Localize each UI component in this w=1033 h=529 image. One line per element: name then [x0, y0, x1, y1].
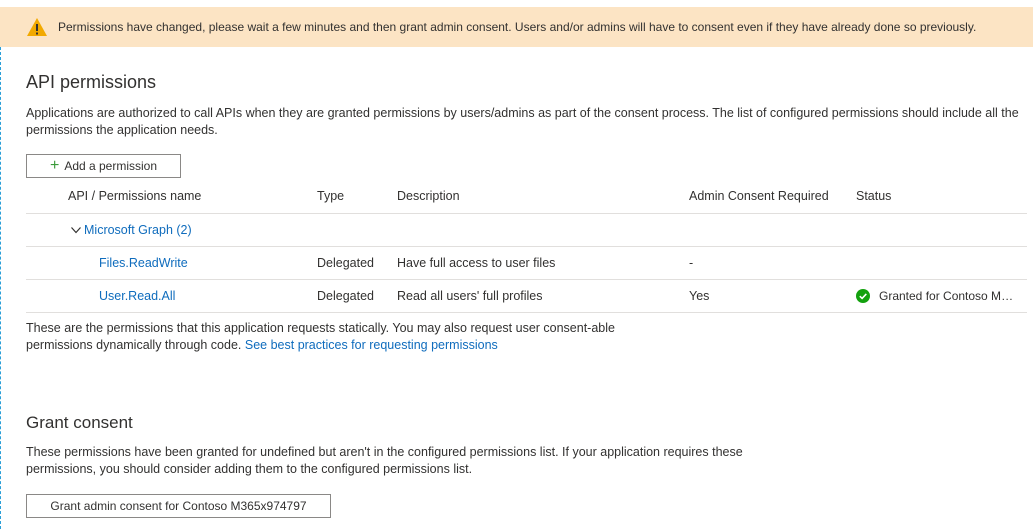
permission-description: Read all users' full profiles: [397, 289, 543, 303]
grant-admin-consent-button[interactable]: Grant admin consent for Contoso M365x974…: [26, 494, 331, 518]
column-header-description[interactable]: Description: [397, 179, 460, 213]
permission-status: Granted for Contoso M365x974797: [856, 280, 1014, 312]
microsoft-graph-group-label: Microsoft Graph (2): [84, 223, 192, 237]
content-area: API permissions Applications are authori…: [0, 47, 1033, 529]
column-header-admin-consent[interactable]: Admin Consent Required: [689, 179, 829, 213]
permissions-changed-banner: Permissions have changed, please wait a …: [0, 7, 1033, 47]
column-header-name[interactable]: API / Permissions name: [68, 179, 201, 213]
banner-message: Permissions have changed, please wait a …: [58, 20, 977, 34]
column-header-status[interactable]: Status: [856, 179, 891, 213]
permission-type: Delegated: [317, 289, 374, 303]
page-title: API permissions: [26, 72, 157, 92]
permission-admin-consent: Yes: [689, 289, 710, 303]
table-header: API / Permissions name Type Description …: [26, 179, 1027, 214]
microsoft-graph-group-toggle[interactable]: Microsoft Graph (2): [70, 214, 192, 246]
permission-link-user-read-all[interactable]: User.Read.All: [99, 289, 175, 303]
add-permission-button[interactable]: + Add a permission: [26, 154, 181, 178]
permission-type: Delegated: [317, 256, 374, 270]
plus-icon: +: [49, 157, 60, 174]
success-check-icon: [856, 289, 870, 303]
grant-consent-description: These permissions have been granted for …: [26, 445, 743, 476]
table-row: Files.ReadWrite Delegated Have full acce…: [26, 247, 1027, 280]
permission-admin-consent: -: [689, 256, 694, 270]
best-practices-link[interactable]: See best practices for requesting permis…: [245, 338, 498, 352]
static-permissions-note: These are the permissions that this appl…: [26, 320, 626, 354]
permission-description: Have full access to user files: [397, 256, 556, 270]
permission-link-files-readwrite[interactable]: Files.ReadWrite: [99, 256, 188, 270]
table-row: User.Read.All Delegated Read all users' …: [26, 280, 1027, 313]
column-header-type[interactable]: Type: [317, 179, 344, 213]
api-permissions-description: Applications are authorized to call APIs…: [26, 106, 1019, 137]
table-row-group-microsoft-graph: Microsoft Graph (2): [26, 214, 1027, 247]
permissions-table: API / Permissions name Type Description …: [26, 179, 1027, 313]
granted-status-text: Granted for Contoso M365x974797: [879, 289, 1014, 303]
warning-icon: [27, 18, 47, 36]
add-permission-label: Add a permission: [64, 159, 158, 173]
grant-consent-title: Grant consent: [26, 413, 133, 432]
chevron-down-icon: [71, 227, 81, 234]
